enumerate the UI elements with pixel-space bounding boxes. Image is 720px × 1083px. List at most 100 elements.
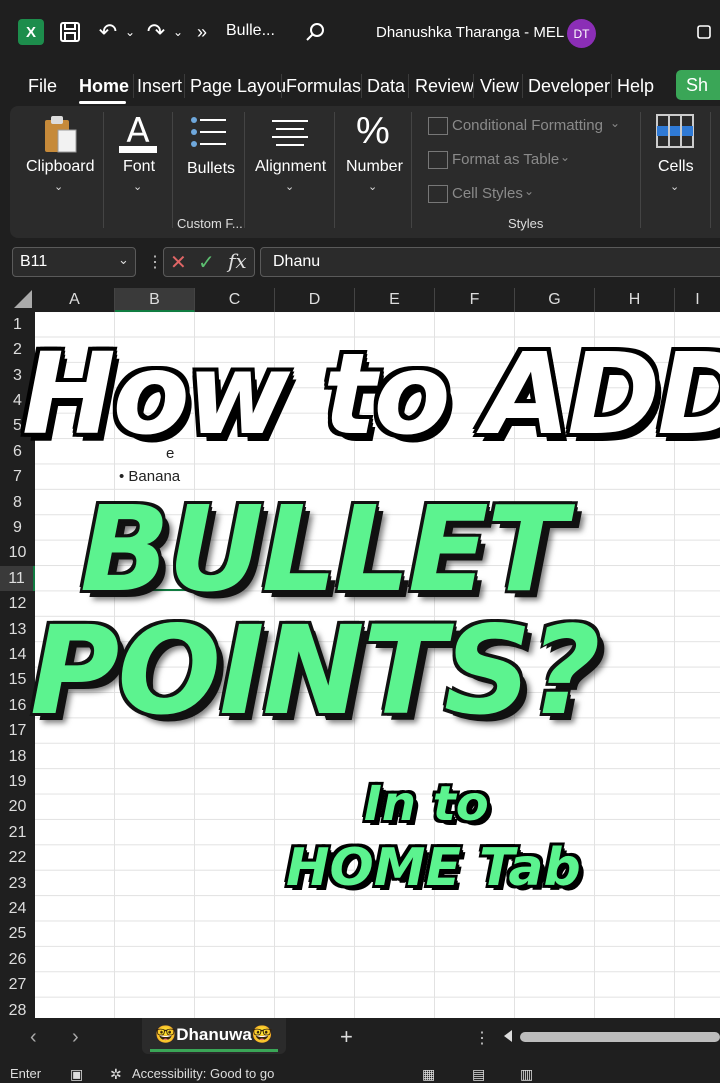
menu-help[interactable]: Help [617,76,654,97]
row-header[interactable]: 26 [0,947,35,972]
menu-review[interactable]: Review [415,76,474,97]
undo-dropdown-icon[interactable]: ⌄ [116,18,144,46]
svg-text:A: A [126,111,149,151]
horizontal-scrollbar[interactable] [520,1032,720,1042]
formula-input[interactable]: Dhanu [260,247,720,277]
accessibility-icon[interactable]: ✲ [110,1066,122,1083]
clipboard-icon[interactable] [42,112,80,161]
menu-view[interactable]: View [480,76,519,97]
row-header-selected[interactable]: 11 [0,566,35,591]
row-header[interactable]: 22 [0,845,35,870]
menu-separator [522,74,523,98]
status-mode: Enter [10,1066,42,1081]
name-box-chevron-icon[interactable]: ⌄ [118,252,129,268]
column-header-a[interactable]: A [35,288,115,312]
percent-icon[interactable]: % [356,110,390,153]
scroll-left-icon[interactable] [504,1030,512,1042]
ribbon-separator [710,112,711,228]
column-header-e[interactable]: E [355,288,435,312]
add-sheet-button[interactable]: + [340,1024,353,1050]
row-header[interactable]: 7 [0,464,35,489]
menu-file[interactable]: File [28,76,57,97]
next-sheet-icon[interactable]: › [72,1026,79,1049]
font-label[interactable]: Font [123,158,155,176]
cell-styles-icon[interactable] [428,185,448,203]
cells-chevron-icon[interactable]: ⌄ [670,180,679,193]
column-header-g[interactable]: G [515,288,595,312]
bullets-button[interactable]: Bullets [187,160,235,178]
menu-separator [281,74,282,98]
name-box-value: B11 [20,253,48,270]
column-header-h[interactable]: H [595,288,675,312]
overlay-subtitle-line1: In to [364,776,489,832]
menu-insert[interactable]: Insert [137,76,182,97]
row-header[interactable]: 10 [0,540,35,565]
number-chevron-icon[interactable]: ⌄ [368,180,377,193]
row-header[interactable]: 8 [0,490,35,515]
menu-formulas[interactable]: Formulas [286,76,361,97]
search-icon[interactable] [302,18,330,46]
menu-separator [133,74,134,98]
normal-view-icon[interactable]: ▦ [422,1066,435,1083]
row-header[interactable]: 20 [0,794,35,819]
accessibility-status[interactable]: Accessibility: Good to go [132,1066,274,1081]
menu-separator [184,74,185,98]
menu-home[interactable]: Home [79,76,129,97]
insert-function-icon[interactable]: fx [228,249,247,273]
conditional-formatting-icon[interactable] [428,117,448,135]
maximize-icon[interactable] [690,18,718,46]
cells-icon[interactable] [656,114,694,153]
prev-sheet-icon[interactable]: ‹ [30,1026,37,1049]
row-header[interactable]: 18 [0,744,35,769]
row-header[interactable]: 21 [0,820,35,845]
font-chevron-icon[interactable]: ⌄ [133,180,142,193]
user-name[interactable]: Dhanushka Tharanga - MEL [376,24,564,41]
menu-page-layout[interactable]: Page Layou [190,76,286,97]
menu-data[interactable]: Data [367,76,405,97]
column-header-f[interactable]: F [435,288,515,312]
macro-recorder-icon[interactable]: ▣ [70,1066,83,1083]
document-title[interactable]: Bulle... [226,22,275,40]
conditional-formatting-button[interactable]: Conditional Formatting [452,117,603,134]
number-label[interactable]: Number [346,158,403,176]
enter-icon[interactable]: ✓ [198,250,215,275]
column-header-d[interactable]: D [275,288,355,312]
overlay-title-line1: How to ADD [22,330,720,460]
page-break-view-icon[interactable]: ▥ [520,1066,533,1083]
row-header[interactable]: 19 [0,769,35,794]
format-as-table-icon[interactable] [428,151,448,169]
column-header-i[interactable]: I [675,288,720,312]
row-header[interactable]: 24 [0,896,35,921]
row-header[interactable]: 27 [0,972,35,997]
cell-styles-chevron-icon[interactable]: ⌄ [524,184,534,198]
alignment-chevron-icon[interactable]: ⌄ [285,180,294,193]
conditional-formatting-chevron-icon[interactable]: ⌄ [610,116,620,130]
row-header[interactable]: 25 [0,921,35,946]
excel-logo-icon: X [18,19,44,45]
format-as-table-button[interactable]: Format as Table [452,151,559,168]
alignment-label[interactable]: Alignment [255,158,326,176]
format-as-table-chevron-icon[interactable]: ⌄ [560,150,570,164]
menu-developer[interactable]: Developer [528,76,610,97]
cells-label[interactable]: Cells [658,158,694,176]
row-header[interactable]: 9 [0,515,35,540]
cancel-icon[interactable]: ✕ [170,250,187,275]
page-layout-view-icon[interactable]: ▤ [472,1066,485,1083]
more-options-icon[interactable]: ⋮ [147,252,163,272]
clipboard-chevron-icon[interactable]: ⌄ [54,180,63,193]
row-header[interactable]: 23 [0,871,35,896]
cell-styles-button[interactable]: Cell Styles [452,185,523,202]
select-all-button[interactable] [14,290,32,308]
share-button[interactable]: Sh [676,70,720,100]
save-icon[interactable] [56,18,84,46]
clipboard-label[interactable]: Clipboard [26,158,94,176]
font-icon[interactable]: A [117,110,159,161]
avatar[interactable]: DT [567,19,596,48]
tab-options-icon[interactable]: ⋮ [474,1028,490,1048]
column-header-c[interactable]: C [195,288,275,312]
column-header-b[interactable]: B [115,288,195,312]
alignment-icon[interactable] [270,118,310,153]
bullets-icon[interactable] [190,116,228,155]
styles-group-label: Styles [508,216,544,231]
more-commands-icon[interactable]: » [188,18,216,46]
